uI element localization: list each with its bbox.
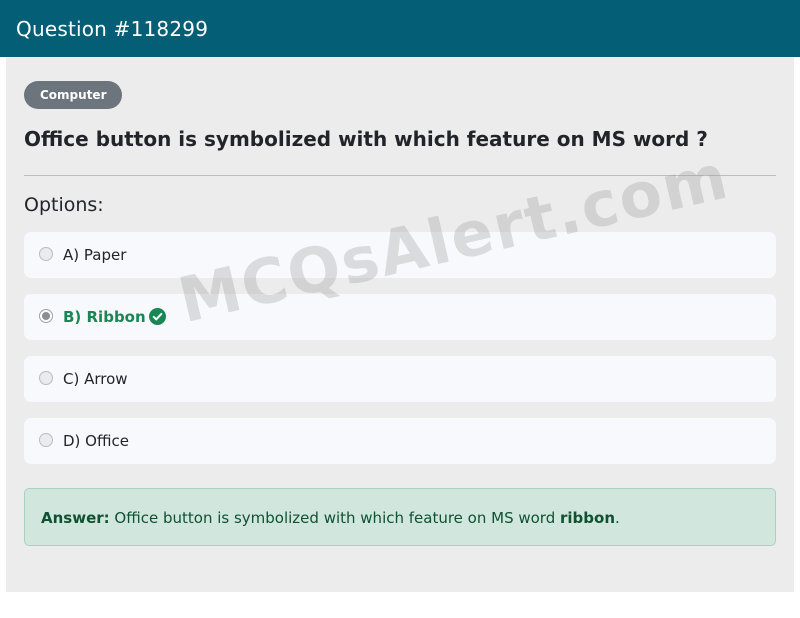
radio-selected-dot <box>42 312 50 320</box>
option-c-radio[interactable] <box>39 371 53 385</box>
question-text: Office button is symbolized with which f… <box>24 127 708 151</box>
option-d-radio[interactable] <box>39 433 53 447</box>
answer-word: ribbon <box>560 509 616 527</box>
option-a-radio[interactable] <box>39 247 53 261</box>
option-c[interactable]: C) Arrow <box>24 356 776 402</box>
options-heading: Options: <box>24 194 104 216</box>
option-b-radio[interactable] <box>39 309 53 323</box>
option-c-label: C) Arrow <box>63 370 128 388</box>
option-d-label: D) Office <box>63 432 129 450</box>
card-border-left <box>0 57 6 592</box>
card-border-right <box>794 57 800 592</box>
category-badge[interactable]: Computer <box>24 81 123 109</box>
card-header: Question #118299 <box>0 0 800 57</box>
answer-sentence: Office button is symbolized with which f… <box>109 509 561 527</box>
answer-text: Answer: Office button is symbolized with… <box>41 508 620 528</box>
option-a-label: A) Paper <box>63 246 127 264</box>
answer-suffix: . <box>615 509 620 527</box>
check-circle-icon <box>149 308 166 325</box>
answer-box: Answer: Office button is symbolized with… <box>24 488 776 546</box>
option-b-label: B) Ribbon <box>63 308 146 326</box>
answer-label: Answer: <box>41 509 110 527</box>
divider <box>24 175 776 176</box>
question-number-title: Question #118299 <box>16 17 209 41</box>
question-card: Question #118299 Computer Office button … <box>0 0 800 592</box>
option-a[interactable]: A) Paper <box>24 232 776 278</box>
option-d[interactable]: D) Office <box>24 418 776 464</box>
option-b[interactable]: B) Ribbon <box>24 294 776 340</box>
